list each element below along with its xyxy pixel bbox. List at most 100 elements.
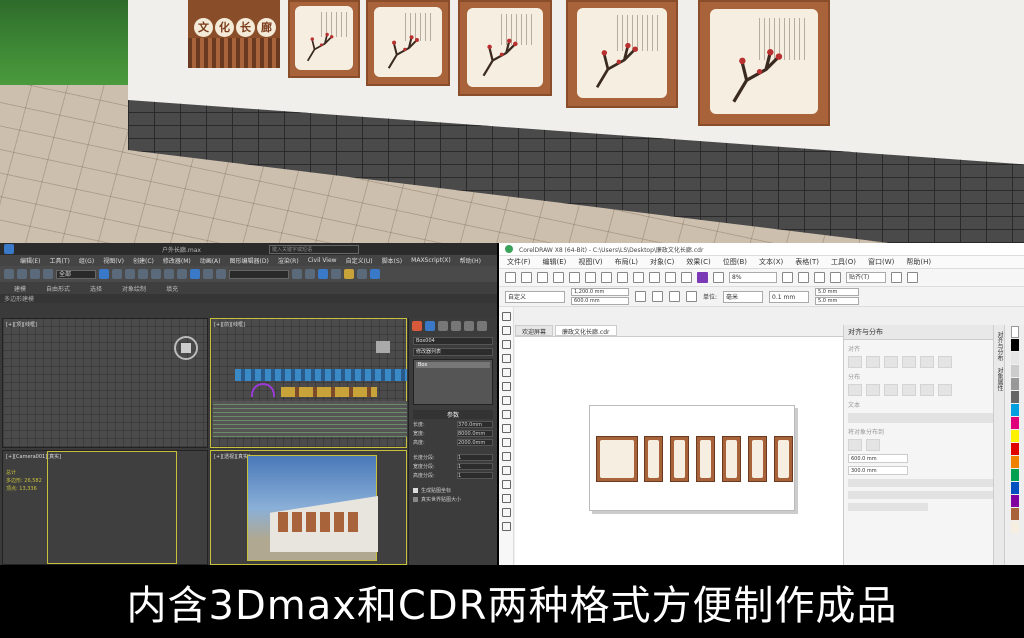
checkbox-row[interactable]: 真实世界贴图大小 [413,496,493,503]
rotate-icon[interactable] [151,269,161,279]
color-swatch[interactable] [1010,495,1019,507]
ribbon-tab[interactable]: 建模 [14,284,26,293]
param-value[interactable]: 370.0mm [457,421,493,428]
cdr-menu-item[interactable]: 文本(X) [759,257,783,267]
ribbon-tab[interactable]: 对象绘制 [122,284,146,293]
portrait-icon[interactable] [635,291,646,302]
move-icon[interactable] [138,269,148,279]
align-icon[interactable] [305,269,315,279]
shape-tool-icon[interactable] [501,326,511,335]
mirror-icon[interactable] [292,269,302,279]
max-menu-item[interactable]: 编辑(E) [20,256,40,265]
color-swatch[interactable] [1010,378,1019,390]
page-height-field[interactable]: 600.0 mm [571,297,629,305]
max-menu-item[interactable]: MAXScript(X) [411,257,451,264]
max-menu-item[interactable]: 图形编辑器(D) [230,256,269,265]
side-tab[interactable]: 对齐与分布 [995,331,1004,361]
ribbon-tab[interactable]: 填充 [166,284,178,293]
print-icon[interactable] [713,272,724,283]
max-menu-item[interactable]: 帮助(H) [460,256,481,265]
snap-to-dropdown[interactable]: 贴齐(T) [846,272,886,283]
undo-icon[interactable] [4,269,14,279]
render-setup-icon[interactable] [357,269,367,279]
param-value[interactable]: 1 [457,463,493,470]
max-menu-item[interactable]: 渲染(R) [278,256,299,265]
pick-tool-icon[interactable] [501,312,511,321]
cloud-icon[interactable] [553,272,564,283]
render-icon[interactable] [370,269,380,279]
max-search-input[interactable]: 键入关键字或短语 [268,244,359,254]
viewport-front[interactable]: [+][前][线框] [210,318,407,448]
max-menu-item[interactable]: 视图(V) [103,256,124,265]
motion-tab-icon[interactable] [451,321,461,331]
grid-icon[interactable] [814,272,825,283]
transparency-icon[interactable] [501,494,511,503]
checkbox[interactable] [413,488,418,493]
cdr-menu-item[interactable]: 效果(C) [686,257,710,267]
to-selection-icon[interactable] [866,439,880,451]
modify-tab-icon[interactable] [425,321,435,331]
text-tool-icon[interactable] [501,438,511,447]
ribbon-tab[interactable]: 自由形式 [46,284,70,293]
pivot-icon[interactable] [177,269,187,279]
redo-icon[interactable] [633,272,644,283]
viewport-label[interactable]: [+][透视][真实] [214,453,250,460]
launch-icon[interactable] [907,272,918,283]
tab-welcome[interactable]: 欢迎屏幕 [515,325,554,336]
paste-icon[interactable] [601,272,612,283]
freehand-tool-icon[interactable] [501,368,511,377]
align-top-icon[interactable] [902,356,916,368]
side-tab[interactable]: 对象属性 [995,367,1004,391]
cdr-menu-item[interactable]: 视图(V) [578,257,602,267]
color-swatch[interactable] [1010,469,1019,481]
search-content-icon[interactable] [649,272,660,283]
color-swatch[interactable] [1010,326,1019,338]
artwork-board[interactable] [748,436,767,482]
to-page-icon[interactable] [848,439,862,451]
max-menu-item[interactable]: 脚本(S) [382,256,403,265]
artwork-board[interactable] [722,436,741,482]
color-swatch[interactable] [1010,365,1019,377]
select-icon[interactable] [99,269,109,279]
utilities-tab-icon[interactable] [477,321,487,331]
color-swatch[interactable] [1010,482,1019,494]
curve-editor-icon[interactable] [331,269,341,279]
artwork-board[interactable] [696,436,715,482]
export-icon[interactable] [681,272,692,283]
color-swatch[interactable] [1010,508,1019,520]
rectangle-tool-icon[interactable] [501,396,511,405]
color-swatch[interactable] [1010,456,1019,468]
open-icon[interactable] [521,272,532,283]
distribute-right-icon[interactable] [884,384,898,396]
param-value[interactable]: 1 [457,454,493,461]
align-bottom-icon[interactable] [938,356,952,368]
current-page-icon[interactable] [686,291,697,302]
y-position-field[interactable]: 300.0 mm [848,466,908,475]
cdr-menu-item[interactable]: 表格(T) [795,257,819,267]
tab-document[interactable]: 廉政文化长廊.cdr [555,325,617,336]
color-swatch[interactable] [1010,404,1019,416]
rect-select-icon[interactable] [125,269,135,279]
link-icon[interactable] [30,269,40,279]
cut-icon[interactable] [569,272,580,283]
viewport-label[interactable]: [+][前][线框] [214,321,245,328]
artwork-title-board[interactable] [596,436,638,482]
percent-snap-icon[interactable] [216,269,226,279]
modifier-list-dropdown[interactable]: 修改器列表 [413,348,493,356]
viewport-perspective[interactable]: [+][透视][真实] [210,450,407,565]
color-swatch[interactable] [1010,430,1019,442]
page-preset-dropdown[interactable]: 自定义 [505,290,565,303]
color-swatch[interactable] [1010,339,1019,351]
cdr-menu-item[interactable]: 窗口(W) [868,257,894,267]
cdr-menu-item[interactable]: 工具(O) [831,257,856,267]
crop-tool-icon[interactable] [501,340,511,349]
landscape-icon[interactable] [652,291,663,302]
param-value[interactable]: 2000.0mm [457,439,493,446]
viewcube-icon[interactable] [376,341,390,353]
cdr-menu-item[interactable]: 布局(L) [615,257,638,267]
duplicate-y-field[interactable]: 5.0 mm [815,297,860,305]
cdr-menu-item[interactable]: 帮助(H) [906,257,931,267]
import-icon[interactable] [665,272,676,283]
color-swatch[interactable] [1010,417,1019,429]
parallel-dimension-icon[interactable] [501,452,511,461]
